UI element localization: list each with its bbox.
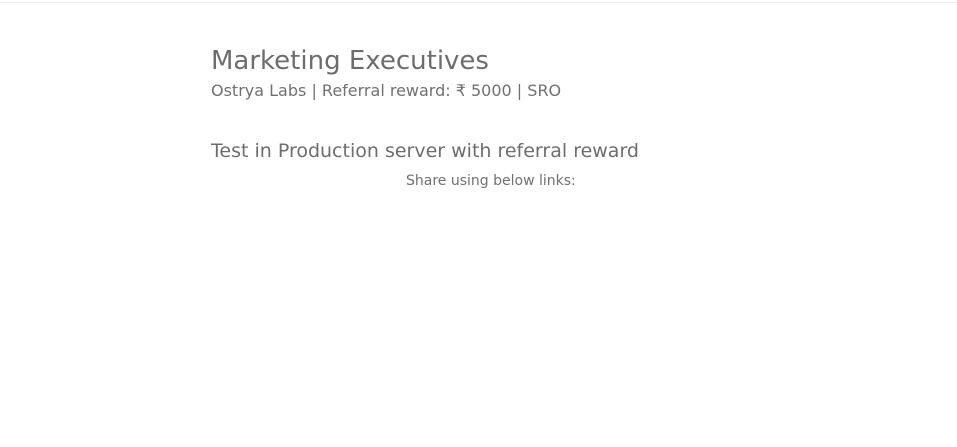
job-header: Marketing Executives Ostrya Labs | Refer… [211, 44, 771, 104]
job-description: Test in Production server with referral … [211, 140, 639, 162]
top-divider [0, 2, 957, 3]
share-label: Share using below links: [406, 173, 576, 189]
job-title: Marketing Executives [211, 46, 489, 76]
job-meta: Ostrya Labs | Referral reward: ₹ 5000 | … [211, 81, 562, 100]
